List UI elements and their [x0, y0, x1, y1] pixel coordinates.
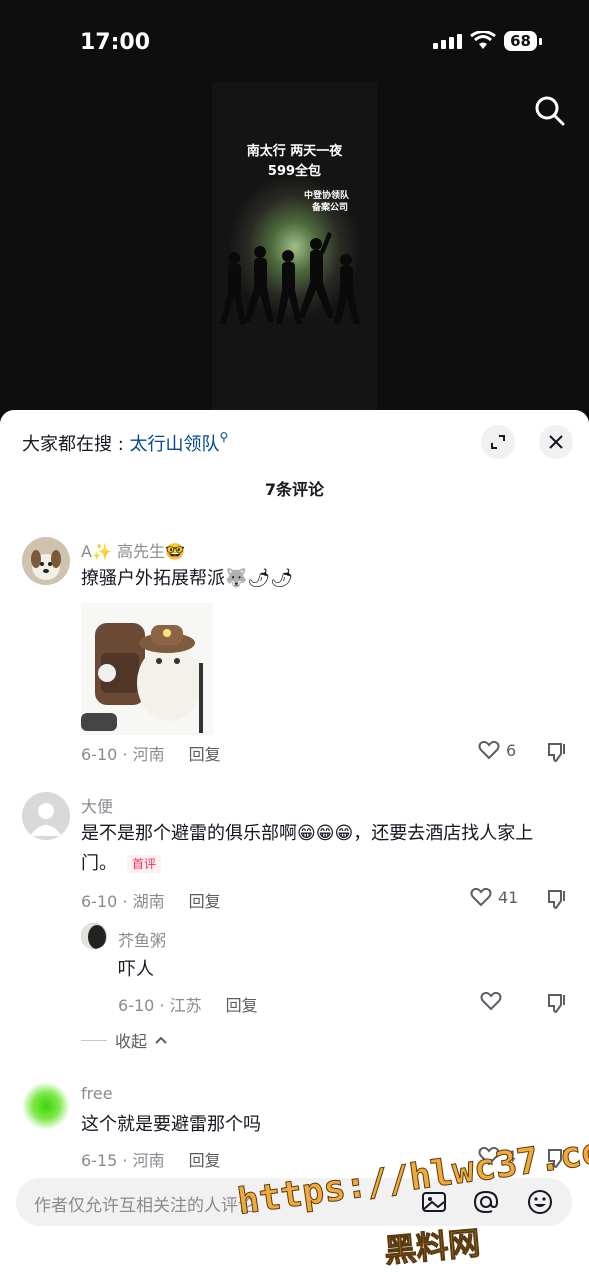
trending-search[interactable]: 大家都在搜 : 太行山领队⚲ [22, 430, 228, 456]
comment-input-placeholder: 作者仅允许互相关注的人评论 [34, 1196, 255, 1216]
comment-text: 是不是那个避雷的俱乐部啊😁😁😁，还要去酒店找人家上门。 首评 [81, 819, 567, 879]
comment-meta: 6-15 · 河南 回复 [81, 1147, 221, 1171]
status-icons: 68 [433, 31, 542, 51]
mention-icon[interactable] [472, 1188, 500, 1216]
like-button[interactable] [480, 991, 502, 1011]
status-time: 17:00 [80, 30, 151, 55]
like-count: 6 [506, 740, 517, 760]
comment-count-title: 7条评论 [264, 480, 325, 499]
wifi-icon [470, 31, 497, 49]
collapse-replies-button[interactable]: 收起 [81, 1028, 167, 1052]
search-icon[interactable] [533, 94, 567, 128]
video-sub-line2: 备案公司 [312, 203, 349, 213]
cat-hiker-sticker[interactable] [81, 603, 213, 735]
reply-avatar-icon [81, 923, 107, 949]
chevron-up-icon [155, 1036, 167, 1044]
trending-prefix: 大家都在搜 : [22, 434, 130, 455]
reply-button[interactable]: 回复 [189, 892, 221, 911]
avatar[interactable] [22, 792, 70, 840]
reply-text: 吓人 [118, 959, 154, 980]
dislike-icon[interactable] [546, 888, 568, 910]
battery-indicator: 68 [504, 31, 542, 51]
reply-date-location: 6-10 · 江苏 [118, 996, 202, 1015]
comment-date-location: 6-15 · 河南 [81, 1151, 165, 1170]
like-button[interactable]: 6 [478, 740, 516, 760]
comment-text: 这个就是要避雷那个吗 [81, 1114, 261, 1135]
like-button[interactable]: 41 [470, 887, 518, 907]
hikers-silhouette [220, 232, 360, 324]
close-button[interactable] [539, 425, 573, 459]
comment-author[interactable]: 大便 [81, 793, 113, 817]
reply-meta: 6-10 · 江苏 回复 [118, 992, 258, 1016]
comment-date-location: 6-10 · 湖南 [81, 892, 165, 911]
comment-date-location: 6-10 · 河南 [81, 745, 165, 764]
reply-button[interactable]: 回复 [226, 996, 258, 1015]
comment-author[interactable]: A✨ 高先生🤓 [81, 538, 185, 562]
expand-icon [491, 435, 505, 449]
collapse-divider [81, 1039, 107, 1041]
dog-avatar-icon [22, 537, 70, 585]
trending-keyword[interactable]: 太行山领队 [130, 434, 220, 455]
comment-meta: 6-10 · 河南 回复 [81, 741, 221, 765]
small-search-icon: ⚲ [219, 430, 229, 444]
comment-author[interactable]: free [81, 1084, 113, 1103]
avatar[interactable] [81, 923, 107, 949]
reply-button[interactable]: 回复 [189, 1151, 221, 1170]
video-title-line1: 南太行 两天一夜 [246, 144, 343, 159]
comment-meta: 6-10 · 湖南 回复 [81, 888, 221, 912]
reply-author[interactable]: 芥鱼粥 [118, 927, 166, 951]
dislike-icon[interactable] [546, 992, 568, 1014]
video-title-line2: 599全包 [267, 164, 322, 179]
heart-icon [478, 740, 500, 760]
heart-icon [480, 991, 502, 1011]
video-player[interactable]: 17:00 68 南太行 两天一夜 599全包 中登协领队 备案公司 [0, 0, 589, 430]
avatar[interactable] [22, 537, 70, 585]
avatar[interactable] [22, 1082, 70, 1130]
expand-button[interactable] [481, 425, 515, 459]
first-comment-badge: 首评 [127, 855, 162, 873]
reply-button[interactable]: 回复 [189, 745, 221, 764]
cellular-signal-icon [433, 33, 463, 49]
default-avatar-icon [22, 792, 70, 840]
emoji-icon[interactable] [526, 1188, 554, 1216]
sticker-image [81, 603, 213, 735]
collapse-label: 收起 [115, 1032, 148, 1051]
green-dot-avatar-icon [22, 1082, 70, 1130]
heart-icon [470, 887, 492, 907]
video-thumbnail: 南太行 两天一夜 599全包 中登协领队 备案公司 [212, 82, 377, 412]
like-count: 41 [498, 887, 519, 907]
comment-text: 撩骚户外拓展帮派🐺🌶🌶 [81, 568, 294, 589]
watermark-site-name: 黑料网 [382, 1223, 482, 1271]
dislike-icon[interactable] [546, 741, 568, 763]
close-icon [549, 435, 563, 449]
